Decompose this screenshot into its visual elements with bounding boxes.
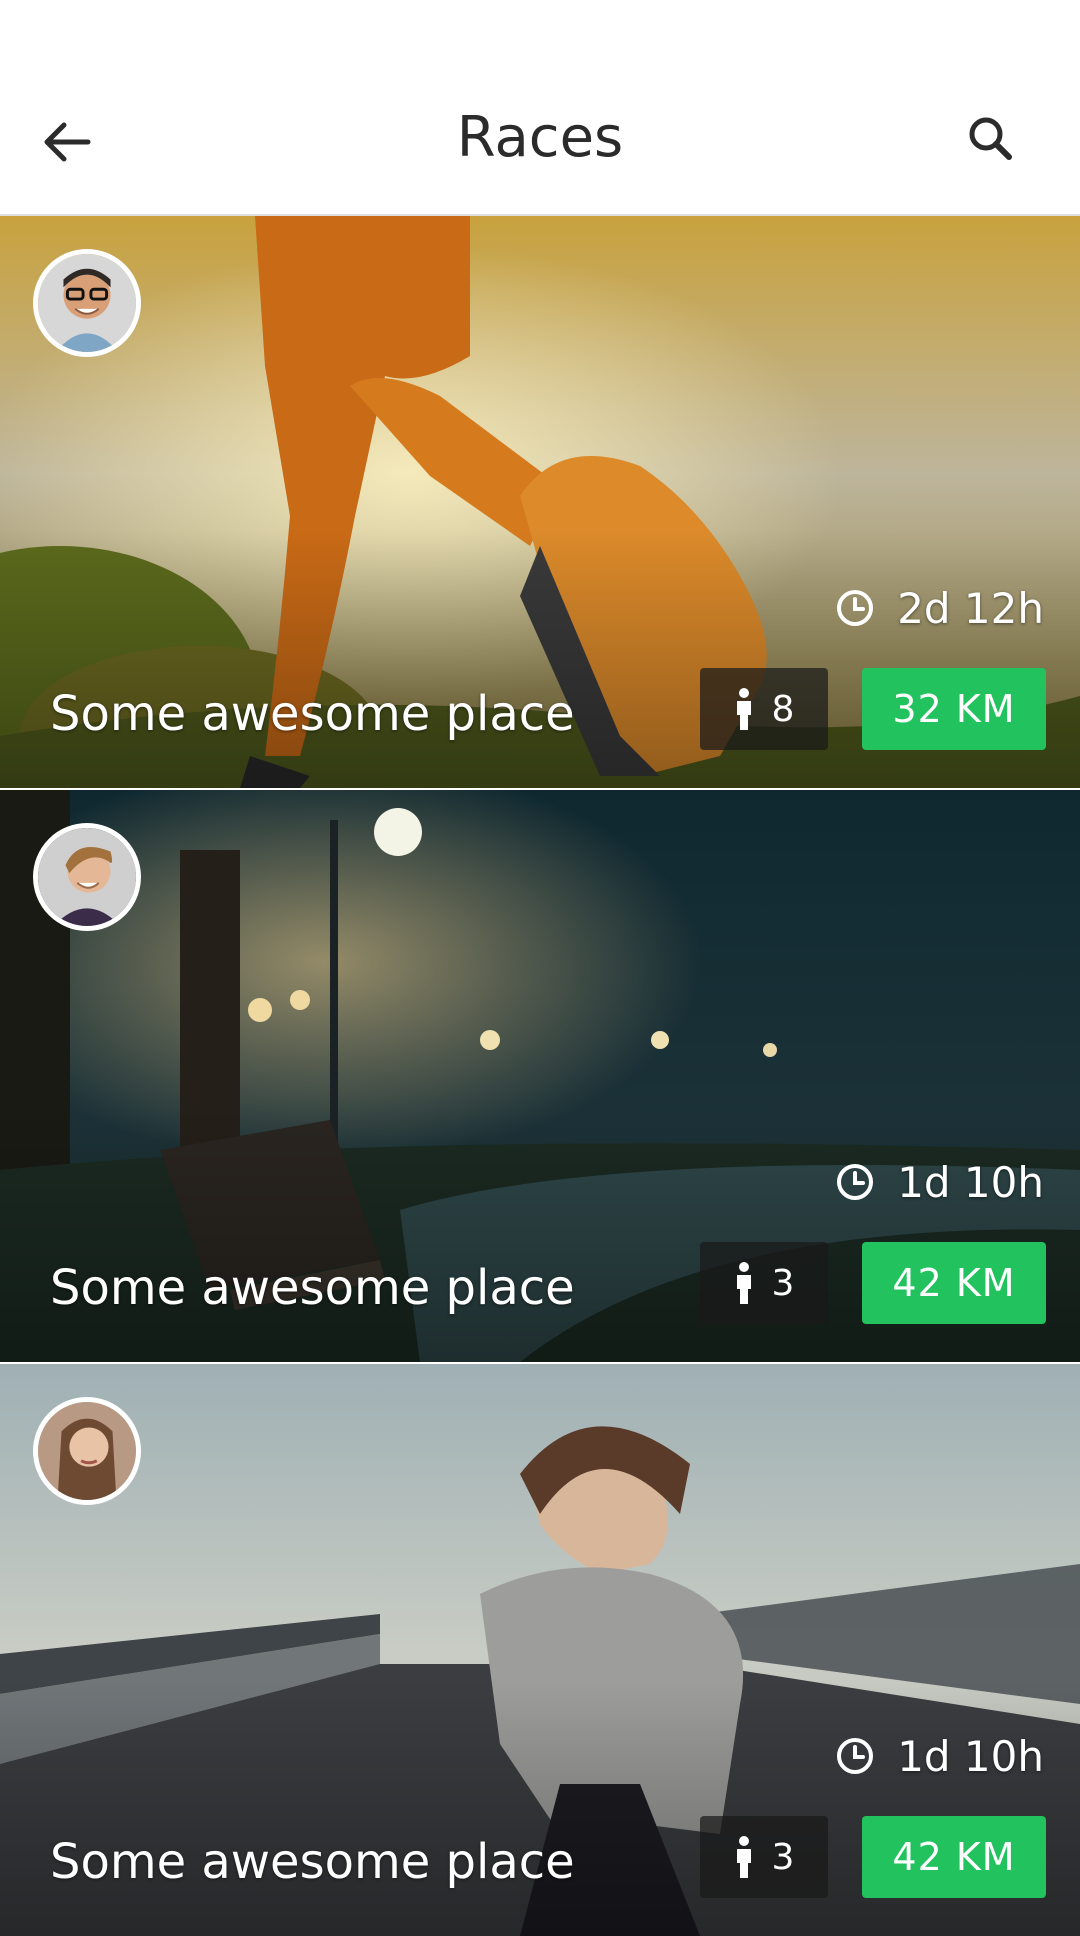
avatar[interactable] [33,1397,141,1505]
race-place-name: Some awesome place [50,686,575,742]
time-remaining: 1d 10h [835,1152,1044,1212]
distance-button[interactable]: 42 KM [862,1242,1046,1324]
race-card[interactable]: 1d 10h Some awesome place 3 42 KM [0,790,1080,1362]
avatar-photo-woman-short-hair [38,828,136,926]
page-title: Races [456,105,624,170]
time-remaining-value: 1d 10h [897,1157,1044,1207]
participants-count: 3 [771,1262,795,1304]
race-place-name: Some awesome place [50,1834,575,1890]
time-remaining: 1d 10h [835,1726,1044,1786]
clock-icon [837,1738,874,1774]
avatar[interactable] [33,823,141,931]
avatar[interactable] [33,249,141,357]
participants-badge[interactable]: 3 [700,1816,828,1898]
time-remaining: 2d 12h [835,578,1044,638]
clock-icon [837,1164,874,1200]
participants-count: 3 [771,1836,795,1878]
avatar-photo-woman-long-hair [38,1402,136,1500]
person-icon [736,1836,751,1878]
clock-icon [837,590,874,626]
person-icon [736,688,751,730]
person-icon [736,1262,751,1304]
time-remaining-value: 1d 10h [897,1731,1044,1781]
avatar-photo-man [38,254,136,352]
search-icon[interactable] [952,100,1032,180]
participants-badge[interactable]: 3 [700,1242,828,1324]
app-header: Races [0,0,1080,216]
distance-button[interactable]: 42 KM [862,1816,1046,1898]
participants-badge[interactable]: 8 [700,668,828,750]
race-place-name: Some awesome place [50,1260,575,1316]
race-card[interactable]: 2d 12h Some awesome place 8 32 KM [0,216,1080,788]
time-remaining-value: 2d 12h [897,583,1044,633]
distance-button[interactable]: 32 KM [862,668,1046,750]
participants-count: 8 [771,688,795,730]
race-card[interactable]: 1d 10h Some awesome place 3 42 KM [0,1364,1080,1936]
